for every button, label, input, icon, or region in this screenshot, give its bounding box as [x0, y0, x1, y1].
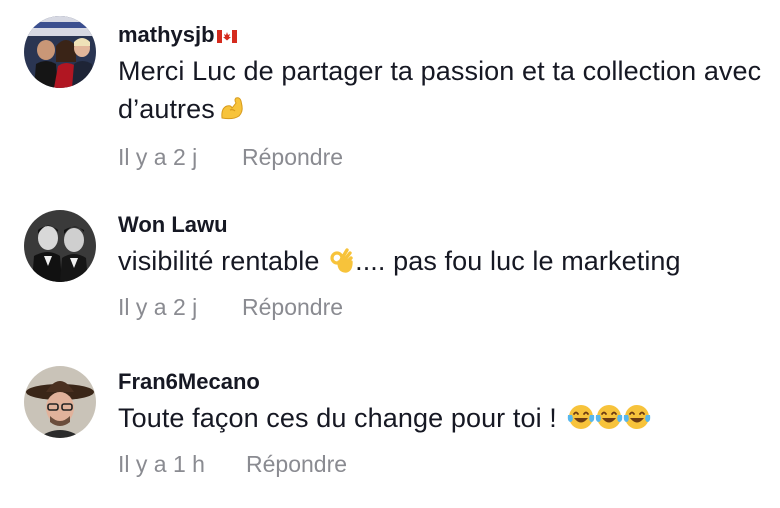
flexed-biceps-icon	[218, 94, 246, 122]
timestamp: Il y a 2 j	[118, 143, 198, 170]
avatar[interactable]	[24, 16, 96, 88]
username-label[interactable]: Fran6Mecano	[118, 369, 260, 395]
timestamp: Il y a 2 j	[118, 293, 198, 320]
comment-meta: Il y a 2 j Répondre	[118, 292, 770, 322]
comment-text: Toute façon ces du change pour toi !	[118, 399, 770, 437]
comment-text-content-suffix: .... pas fou luc le marketing	[355, 246, 681, 276]
comment-username[interactable]: Fran6Mecano	[118, 369, 770, 395]
ok-hand-icon	[327, 246, 355, 274]
username-label[interactable]: Won Lawu	[118, 212, 228, 238]
comment-meta: Il y a 1 h Répondre	[118, 449, 770, 479]
comment-meta: Il y a 2 j Répondre	[118, 142, 770, 172]
username-label[interactable]: mathysjb	[118, 22, 215, 48]
comment-username[interactable]: mathysjb	[118, 22, 770, 48]
reply-button[interactable]: Répondre	[242, 144, 343, 171]
comment-text: Merci Luc de partager ta passion et ta c…	[118, 52, 770, 128]
comment-text-content: Merci Luc de partager ta passion et ta c…	[118, 56, 762, 124]
comment-text-content: visibilité rentable	[118, 246, 320, 276]
timestamp: Il y a 1 h	[118, 450, 205, 477]
canada-flag-icon	[216, 29, 237, 43]
tears-of-joy-icon	[623, 403, 651, 431]
avatar[interactable]	[24, 366, 96, 438]
comment-text-content: Toute façon ces du change pour toi !	[118, 403, 557, 433]
avatar[interactable]	[24, 210, 96, 282]
tears-of-joy-icon	[567, 403, 595, 431]
comment-text: visibilité rentable .... pas fou luc le …	[118, 242, 770, 280]
comment-username[interactable]: Won Lawu	[118, 212, 770, 238]
reply-button[interactable]: Répondre	[242, 294, 343, 321]
reply-button[interactable]: Répondre	[246, 451, 347, 478]
tears-of-joy-icon	[595, 403, 623, 431]
